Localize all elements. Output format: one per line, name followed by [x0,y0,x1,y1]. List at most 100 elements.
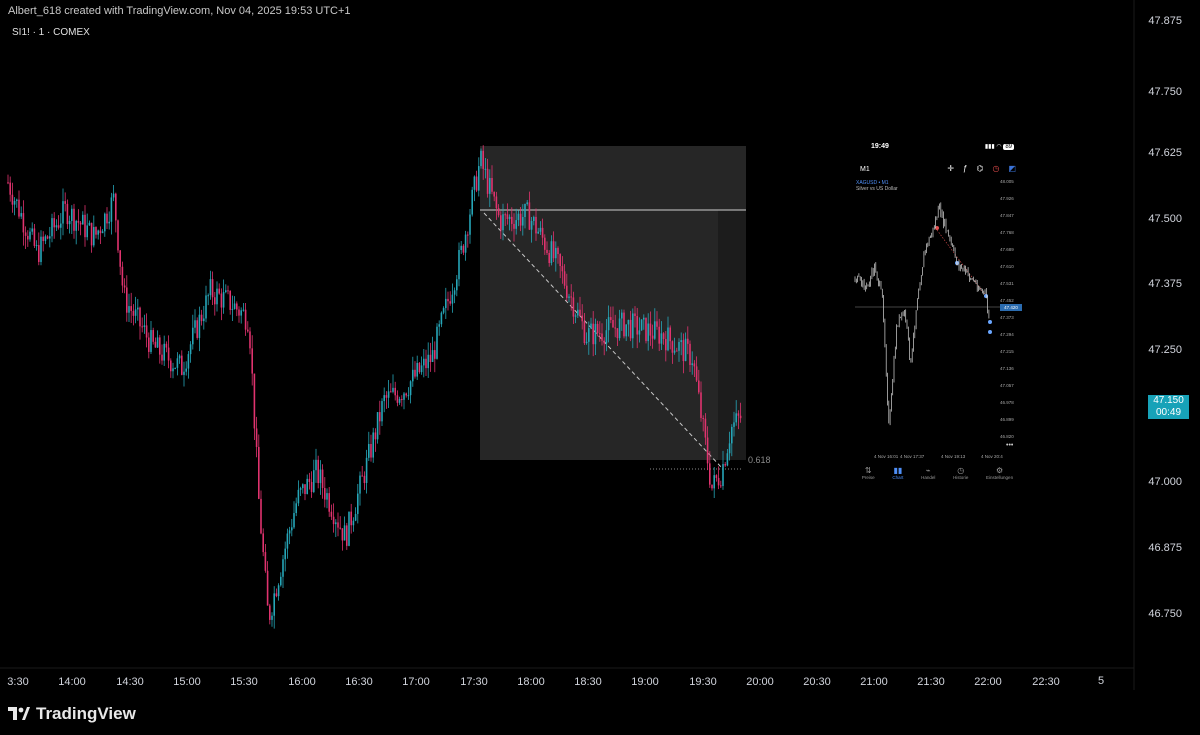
time-axis-label: 20:30 [803,676,831,688]
candle-body [555,247,557,259]
candle-body [154,341,157,348]
candle-body [445,298,447,309]
phone-nav-label: Einstellungen [986,475,1014,480]
candle-body [438,324,440,327]
time-axis-label: 21:30 [917,676,945,688]
more-icon[interactable]: ••• [1006,442,1013,449]
phone-nav-handel[interactable]: ⌁ Handel [921,466,935,480]
candle-body [271,615,273,620]
candle-body [284,548,286,560]
attribution-text: Albert_618 created with TradingView.com,… [8,5,351,17]
candle-body [218,288,220,294]
candle-body [550,241,553,264]
tradingview-logo[interactable]: TradingView [8,703,136,725]
time-axis-label: 17:30 [460,676,488,688]
candle-body [31,228,33,232]
highlight-rectangle[interactable] [480,146,746,460]
phone-nav-einstellungen[interactable]: ⚙ Einstellungen [986,466,1013,480]
candle-body [590,323,592,329]
candle-body [200,314,203,322]
candle-body [471,189,473,215]
candle-body [361,475,363,477]
candle-body [676,350,678,352]
candle-body [90,222,93,246]
candle-body [148,337,150,352]
candle-body [75,221,77,231]
candle-body [255,428,258,447]
candle-body [172,368,174,372]
candle-body [225,290,227,293]
candle-body [610,317,612,320]
time-axis-label: 22:30 [1032,676,1060,688]
candle-body [462,245,465,253]
candle-body [302,484,304,489]
candle-body [418,362,421,373]
candle-body [673,350,676,353]
candle-body [247,329,249,332]
candle-body [577,309,579,316]
candle-body [425,358,427,369]
candle-body [596,323,599,334]
time-axis-label: 14:30 [116,676,144,688]
candle-body [295,503,297,514]
candle-body [185,368,187,372]
candle-body [621,312,623,319]
candle-body [178,355,181,359]
candle-body [196,320,198,338]
candle-body [541,227,544,238]
candle-body [687,338,689,344]
candle-body [97,230,99,235]
candle-body [57,225,60,228]
candle-body [299,488,302,490]
phone-nav-chart[interactable]: ▮▮ Chart [892,466,903,480]
candle-body [170,360,172,372]
candle-body [86,225,88,238]
candle-body [493,191,495,197]
phone-nav-historie[interactable]: ◷ Historie [953,466,968,480]
phone-bottom-nav: ⇅ Preise ▮▮ Chart ⌁ Handel ◷ Historie ⚙ Einstellu… [853,466,1022,480]
candle-body [475,176,478,191]
candle-body [669,327,671,342]
candle-body [324,487,326,500]
candle-body [253,373,256,429]
candle-body [453,290,456,295]
candle-body [139,307,141,327]
candle-body [517,213,520,221]
phone-time-label: 4 Nov 16:01 [874,454,899,459]
candle-body [73,208,75,231]
candle-body [557,247,559,255]
candle-body [110,197,113,222]
price-axis-label: 47.375 [1148,278,1182,290]
candle-body [585,341,588,344]
phone-last-price-tag: 47.420 [1000,304,1022,311]
candle-body [330,511,333,517]
candle-body [623,312,625,337]
candle-body [337,522,339,528]
candle-body [321,469,324,488]
candle-body [478,166,480,191]
candle-body [381,401,383,422]
candle-body [671,341,674,353]
candle-body [346,525,348,546]
phone-nav-preise[interactable]: ⇅ Preise [862,466,875,480]
symbol-legend[interactable]: SI1! · 1 · COMEX [12,27,90,38]
candle-body [108,221,110,224]
candle-body [319,469,322,484]
candle-body [486,168,489,194]
candle-body [434,350,436,359]
candle-body [365,457,368,484]
candle-body [451,294,454,304]
candle-body [482,150,484,169]
candle-body [387,391,390,398]
candle-body [310,481,313,492]
candle-body [16,199,18,201]
candle-body [159,337,161,355]
candle-body [306,478,308,495]
phone-nav-label: Historie [953,475,969,480]
candle-body [343,525,346,541]
candle-body [104,213,106,232]
candle-body [728,443,731,454]
candle-body [211,279,214,298]
tradingview-logo-icon [8,707,30,720]
candle-body [469,214,471,235]
